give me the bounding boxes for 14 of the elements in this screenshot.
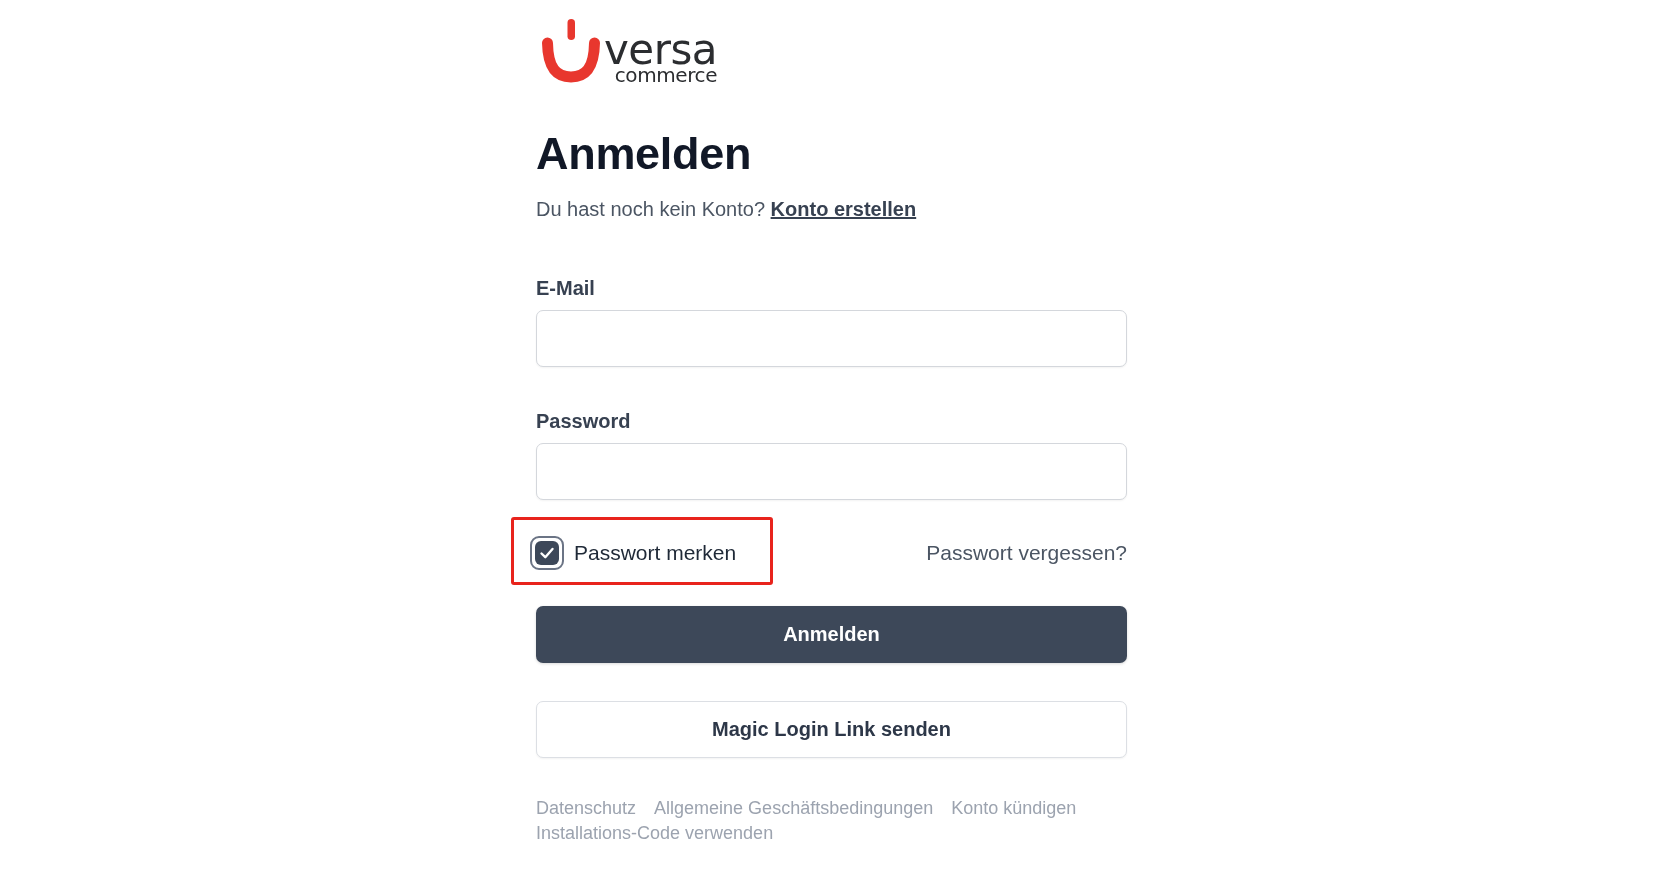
signup-prompt: Du hast noch kein Konto? Konto erstellen: [536, 197, 917, 222]
check-icon: [535, 541, 559, 565]
login-button[interactable]: Anmelden: [536, 606, 1127, 663]
field-label: Password: [536, 409, 631, 434]
create-account-link[interactable]: Konto erstellen: [770, 198, 917, 220]
field-label: E-Mail: [536, 276, 595, 301]
forgot-password-link[interactable]: Passwort vergessen?: [926, 539, 1127, 567]
checkbox[interactable]: [530, 536, 564, 570]
checkbox-label: Passwort merken: [574, 540, 737, 566]
smile-logo-icon: [541, 19, 601, 83]
input-field[interactable]: [536, 310, 1127, 367]
magic-link-button[interactable]: Magic Login Link senden: [536, 701, 1127, 758]
page-heading: Anmelden: [536, 127, 752, 181]
input-field[interactable]: [536, 443, 1127, 500]
